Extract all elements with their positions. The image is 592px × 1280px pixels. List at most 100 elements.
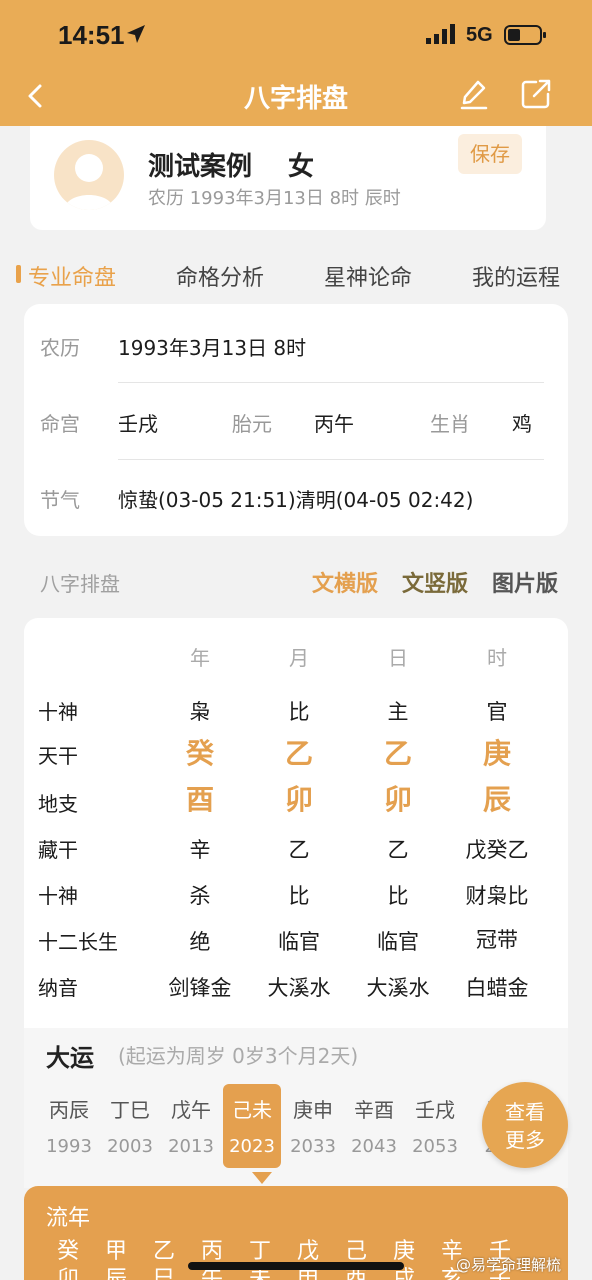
dayun-item[interactable]: 戊午 2013 <box>162 1084 220 1168</box>
cell: 财枭比 <box>465 884 529 908</box>
cell-tiangan: 乙 <box>284 737 313 770</box>
cell: 比 <box>288 884 310 908</box>
dayun-year: 2023 <box>229 1136 275 1157</box>
row-label-shishen: 十神 <box>38 700 78 724</box>
cell-tiangan: 庚 <box>482 737 511 770</box>
cell: 戊癸乙 <box>465 838 529 862</box>
taiyuan-label: 胎元 <box>232 412 272 436</box>
network-label: 5G <box>466 24 493 46</box>
tab-bar: 专业命盘 命格分析 星神论命 我的运程 <box>0 252 592 296</box>
row-label-tiangan: 天干 <box>38 744 78 768</box>
liunian-item[interactable]: 戊申 <box>288 1238 328 1280</box>
tab-destiny-analysis[interactable]: 命格分析 <box>176 260 264 292</box>
dayun-ganzhi: 丙辰 <box>49 1098 89 1122</box>
cell-dizhi: 辰 <box>482 783 511 816</box>
shengxiao-label: 生肖 <box>430 412 470 436</box>
dayun-item[interactable]: 壬戌 2053 <box>406 1084 464 1168</box>
dayun-ganzhi: 戊午 <box>171 1098 211 1122</box>
cell: 临官 <box>278 930 320 954</box>
page-title: 八字排盘 <box>243 84 348 114</box>
liunian-item[interactable]: 甲辰 <box>96 1238 136 1280</box>
cell-dizhi: 卯 <box>383 783 412 816</box>
watermark: @易学命理解梳 <box>456 1256 562 1274</box>
row-label-changsheng: 十二长生 <box>38 930 118 954</box>
liunian-item[interactable]: 乙巳 <box>144 1238 184 1280</box>
status-time: 14:51 <box>58 20 125 50</box>
tab-my-fortune[interactable]: 我的运程 <box>472 260 560 292</box>
cell-tiangan: 癸 <box>185 737 214 770</box>
profile-lunar-date: 农历 1993年3月13日 8时 辰时 <box>148 188 401 209</box>
nav-bar: 八字排盘 <box>0 68 592 126</box>
liunian-item[interactable]: 庚戌 <box>384 1238 424 1280</box>
dayun-item[interactable]: 庚申 2033 <box>284 1084 342 1168</box>
pillar-header-day: 日 <box>388 646 408 670</box>
dayun-ganzhi: 己未 <box>232 1098 272 1122</box>
shengxiao-value: 鸡 <box>512 412 532 436</box>
liunian-title: 流年 <box>46 1206 91 1231</box>
row-label-canggan: 藏干 <box>38 838 78 862</box>
view-more-label: 查看更多 <box>505 1100 545 1152</box>
dayun-year: 1993 <box>46 1136 92 1157</box>
cell: 剑锋金 <box>168 976 232 1000</box>
dayun-year: 2003 <box>107 1136 153 1157</box>
battery-icon <box>504 25 546 45</box>
avatar-placeholder-icon <box>64 154 114 210</box>
location-arrow-icon <box>127 25 145 43</box>
liunian-item[interactable]: 丁未 <box>240 1238 280 1280</box>
status-bar: 14:51 5G <box>0 0 592 68</box>
liunian-gan: 乙 <box>152 1239 175 1264</box>
liunian-zhi: 卯 <box>56 1267 79 1280</box>
vertical-version-button[interactable]: 文竖版 <box>402 566 468 598</box>
dayun-ganzhi: 庚申 <box>293 1098 333 1122</box>
view-more-button[interactable]: 查看更多 <box>482 1082 568 1168</box>
image-version-button[interactable]: 图片版 <box>492 566 558 598</box>
cell: 白蜡金 <box>465 976 529 1000</box>
cell: 比 <box>387 884 409 908</box>
row-label-nayin: 纳音 <box>38 976 78 1000</box>
profile-name: 测试案例 <box>148 152 253 182</box>
taiyuan-value: 丙午 <box>314 412 354 436</box>
edit-icon[interactable] <box>456 76 492 112</box>
cell: 官 <box>486 700 508 724</box>
cell: 主 <box>387 700 409 724</box>
dayun-item[interactable]: 丁巳 2003 <box>101 1084 159 1168</box>
dayun-ganzhi: 辛酉 <box>354 1098 394 1122</box>
cell: 大溪水 <box>267 976 331 1000</box>
cell: 临官 <box>377 930 419 954</box>
profile-gender: 女 <box>288 152 315 182</box>
cell-dizhi: 卯 <box>284 783 313 816</box>
divider <box>118 459 544 460</box>
dayun-year: 2033 <box>290 1136 336 1157</box>
cell: 绝 <box>189 930 211 954</box>
row-label-shishen-2: 十神 <box>38 884 78 908</box>
cell: 杀 <box>189 884 211 908</box>
divider <box>118 382 544 383</box>
share-icon[interactable] <box>518 76 554 112</box>
dayun-subtitle: (起运为周岁 0岁3个月2天) <box>118 1044 359 1068</box>
cell: 乙 <box>288 838 310 862</box>
liunian-item[interactable]: 己酉 <box>336 1238 376 1280</box>
liunian-gan: 癸 <box>56 1239 79 1264</box>
profile-card: 测试案例 女 农历 1993年3月13日 8时 辰时 保存 <box>30 126 546 230</box>
minggong-label: 命宫 <box>40 412 80 436</box>
tab-star-god[interactable]: 星神论命 <box>324 260 412 292</box>
liunian-item[interactable]: 癸卯 <box>48 1238 88 1280</box>
bazi-section-title: 八字排盘 <box>40 572 120 596</box>
liunian-item[interactable]: 丙午 <box>192 1238 232 1280</box>
dayun-ganzhi: 壬戌 <box>415 1098 455 1122</box>
cell: 辛 <box>189 838 211 862</box>
jieqi-label: 节气 <box>40 488 80 512</box>
dayun-item-active[interactable]: 己未 2023 <box>223 1084 281 1168</box>
save-button[interactable]: 保存 <box>458 134 522 174</box>
lunar-value: 1993年3月13日 8时 <box>118 336 307 360</box>
liunian-zhi: 巳 <box>152 1267 175 1280</box>
horizontal-version-button[interactable]: 文横版 <box>312 566 378 598</box>
dayun-item[interactable]: 丙辰 1993 <box>40 1084 98 1168</box>
cell: 乙 <box>387 838 409 862</box>
tab-professional-chart[interactable]: 专业命盘 <box>28 260 116 292</box>
cell: 大溪水 <box>366 976 430 1000</box>
pillar-header-hour: 时 <box>487 646 507 670</box>
dayun-item[interactable]: 辛酉 2043 <box>345 1084 403 1168</box>
home-indicator <box>188 1262 404 1270</box>
dayun-year: 2013 <box>168 1136 214 1157</box>
